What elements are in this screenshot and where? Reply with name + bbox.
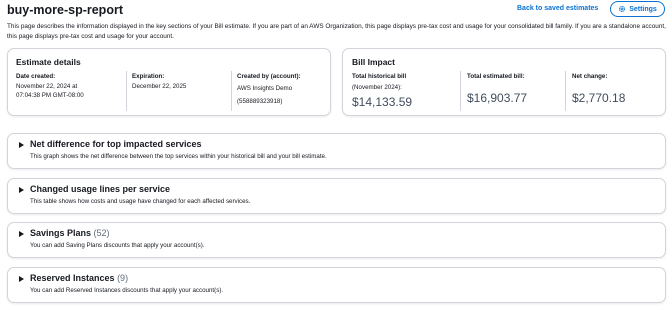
section-title: Changed usage lines per service xyxy=(30,184,170,194)
section-savings-plans[interactable]: Savings Plans (52) You can add Saving Pl… xyxy=(7,222,666,258)
section-description: You can add Reserved Instances discounts… xyxy=(30,287,224,294)
section-net-difference[interactable]: Net difference for top impacted services… xyxy=(7,133,666,169)
section-description: You can add Saving Plans discounts that … xyxy=(30,242,205,249)
date-created-line1: November 22, 2024 at xyxy=(16,83,78,90)
historical-bill-label: Total historical bill xyxy=(352,73,407,80)
section-count: (52) xyxy=(93,228,110,238)
section-count: (9) xyxy=(117,273,129,283)
created-by-account-id: (558889323918) xyxy=(237,98,283,105)
bill-impact-title: Bill Impact xyxy=(352,57,395,67)
net-change-label: Net change: xyxy=(572,73,608,80)
estimate-details-title: Estimate details xyxy=(16,57,81,67)
bill-impact-card: Bill Impact Total historical bill (Novem… xyxy=(342,48,666,116)
caret-right-icon[interactable] xyxy=(19,276,24,282)
gear-icon xyxy=(619,6,626,12)
back-to-saved-estimates-link[interactable]: Back to saved estimates xyxy=(517,5,598,12)
historical-bill-value: $14,133.59 xyxy=(352,95,413,109)
section-title: Net difference for top impacted services xyxy=(30,139,202,149)
net-change-value: $2,770.18 xyxy=(572,91,626,105)
caret-right-icon[interactable] xyxy=(19,142,24,148)
historical-bill-period: (November 2024): xyxy=(352,84,402,91)
settings-button[interactable]: Settings xyxy=(610,1,665,17)
page-title: buy-more-sp-report xyxy=(7,3,123,17)
divider xyxy=(231,71,232,111)
section-reserved-instances[interactable]: Reserved Instances (9) You can add Reser… xyxy=(7,267,666,303)
section-title-text: Reserved Instances xyxy=(30,273,115,283)
section-description: This graph shows the net difference betw… xyxy=(30,153,327,160)
page-description: This page describes the information disp… xyxy=(7,23,666,40)
created-by-label: Created by (account): xyxy=(237,73,301,80)
expiration-value: December 22, 2025 xyxy=(132,83,187,90)
divider xyxy=(565,71,566,111)
section-title-text: Changed usage lines per service xyxy=(30,184,171,194)
expiration-label: Expiration: xyxy=(132,73,165,80)
divider xyxy=(460,71,461,111)
date-created-value: November 22, 2024 at 07:04:38 PM GMT-08:… xyxy=(16,82,84,100)
estimate-details-card: Estimate details Date created: November … xyxy=(7,48,331,116)
divider xyxy=(126,71,127,111)
section-title-text: Net difference for top impacted services xyxy=(30,139,202,149)
settings-button-label: Settings xyxy=(629,5,657,13)
created-by-name: AWS Insights Demo xyxy=(237,85,293,92)
section-title: Reserved Instances (9) xyxy=(30,273,128,283)
caret-right-icon[interactable] xyxy=(19,231,24,237)
section-changed-usage-lines[interactable]: Changed usage lines per service This tab… xyxy=(7,178,666,214)
caret-right-icon[interactable] xyxy=(19,187,24,193)
section-title: Savings Plans (52) xyxy=(30,228,110,238)
section-title-text: Savings Plans xyxy=(30,228,92,238)
date-created-line2: 07:04:38 PM GMT-08:00 xyxy=(16,92,84,99)
estimated-bill-label: Total estimated bill: xyxy=(467,73,525,80)
estimated-bill-value: $16,903.77 xyxy=(467,91,528,105)
date-created-label: Date created: xyxy=(16,73,56,80)
section-description: This table shows how costs and usage hav… xyxy=(30,198,251,205)
